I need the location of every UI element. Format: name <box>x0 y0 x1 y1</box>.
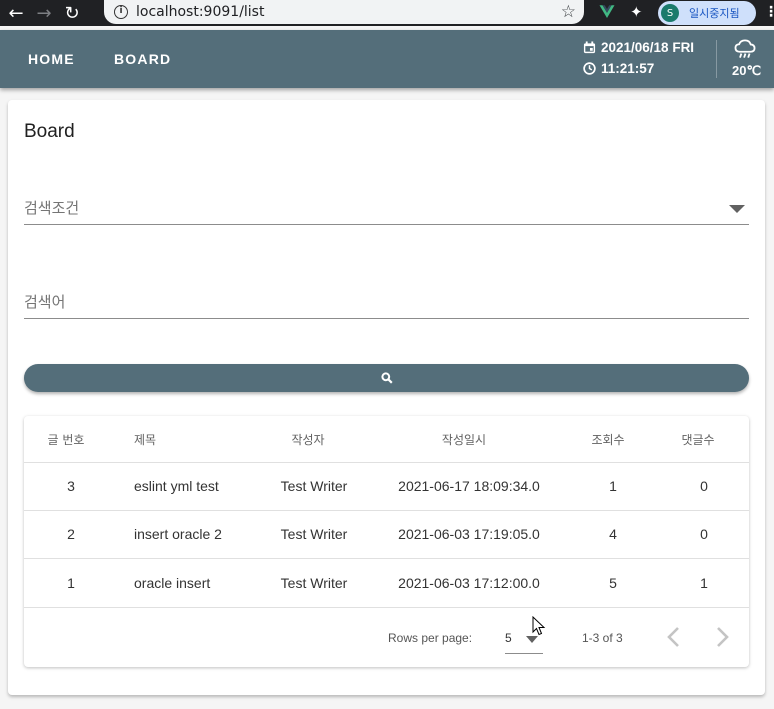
clock-icon <box>583 62 596 75</box>
board-card: Board 검색조건 검색어 글 번호 제목 작성자 작성일시 조회수 댓글수 … <box>8 100 765 695</box>
url-text: localhost:9091/list <box>136 4 265 20</box>
header-comments[interactable]: 댓글수 <box>681 431 714 448</box>
header-writer[interactable]: 작성자 <box>291 431 324 448</box>
page-title: Board <box>24 121 75 142</box>
search-keyword-label: 검색어 <box>24 293 66 311</box>
star-icon[interactable]: ☆ <box>561 2 576 22</box>
nav-board[interactable]: BOARD <box>114 30 171 88</box>
cell-date: 2021-06-17 18:09:34.0 <box>398 478 540 494</box>
cloud-rain-icon <box>734 39 756 58</box>
profile-status-label: 일시중지됨 <box>689 7 740 20</box>
rows-per-page-label: Rows per page: <box>388 631 473 645</box>
cell-date: 2021-06-03 17:12:00.0 <box>398 575 540 591</box>
app-bar: HOME BOARD 2021/06/18 FRI 11:21:57 20℃ <box>0 30 774 88</box>
cell-views: 1 <box>609 478 617 494</box>
puzzle-icon[interactable]: ✦ <box>630 3 643 21</box>
chevron-right-icon[interactable] <box>709 623 735 651</box>
cell-writer: Test Writer <box>280 575 348 591</box>
search-keyword-input[interactable]: 검색어 <box>24 289 749 319</box>
cell-title: oracle insert <box>134 575 211 591</box>
cell-views: 4 <box>609 526 617 542</box>
reload-icon[interactable]: ↻ <box>60 1 84 25</box>
search-condition-label: 검색조건 <box>24 199 80 217</box>
cell-comments: 0 <box>700 526 708 542</box>
table-header: 글 번호 제목 작성자 작성일시 조회수 댓글수 <box>24 416 749 463</box>
more-menu-icon[interactable]: ⋮ <box>764 4 774 20</box>
appbar-divider <box>716 40 717 78</box>
cell-no: 1 <box>67 575 75 591</box>
search-condition-select[interactable]: 검색조건 <box>24 195 749 225</box>
cell-date: 2021-06-03 17:19:05.0 <box>398 526 540 542</box>
vue-devtools-icon[interactable] <box>598 3 616 21</box>
cell-writer: Test Writer <box>280 478 348 494</box>
table-row[interactable]: 1 oracle insert Test Writer 2021-06-03 1… <box>24 560 749 608</box>
profile-button[interactable]: S 일시중지됨 <box>658 1 756 25</box>
header-title[interactable]: 제목 <box>134 431 156 448</box>
back-icon[interactable]: ← <box>4 1 28 25</box>
temperature-text: 20℃ <box>732 63 762 78</box>
browser-toolbar: ← → ↻ i localhost:9091/list ☆ ✦ S 일시중지됨 … <box>0 0 774 26</box>
chevron-down-icon[interactable] <box>729 205 745 213</box>
cell-writer: Test Writer <box>280 526 348 542</box>
cell-title: eslint yml test <box>134 478 219 494</box>
board-table: 글 번호 제목 작성자 작성일시 조회수 댓글수 3 eslint yml te… <box>24 416 749 667</box>
header-views[interactable]: 조회수 <box>591 431 624 448</box>
cell-views: 5 <box>609 575 617 591</box>
header-no[interactable]: 글 번호 <box>48 431 85 448</box>
time-display: 11:21:57 <box>583 61 654 76</box>
pagination-range: 1-3 of 3 <box>582 631 623 645</box>
address-bar[interactable]: i localhost:9091/list ☆ <box>104 0 584 24</box>
cell-comments: 0 <box>700 478 708 494</box>
date-display: 2021/06/18 FRI <box>583 40 694 55</box>
table-row[interactable]: 2 insert oracle 2 Test Writer 2021-06-03… <box>24 511 749 559</box>
table-row[interactable]: 3 eslint yml test Test Writer 2021-06-17… <box>24 463 749 511</box>
info-icon[interactable]: i <box>114 5 128 19</box>
table-footer: Rows per page: 5 1-3 of 3 <box>24 609 749 667</box>
nav-home[interactable]: HOME <box>28 30 75 88</box>
chevron-down-icon[interactable] <box>526 636 538 643</box>
magnifier-icon <box>380 372 393 384</box>
cell-no: 3 <box>67 478 75 494</box>
cell-comments: 1 <box>700 575 708 591</box>
cell-no: 2 <box>67 526 75 542</box>
header-date[interactable]: 작성일시 <box>442 431 486 448</box>
cell-title: insert oracle 2 <box>134 526 222 542</box>
search-button[interactable] <box>24 364 749 392</box>
avatar: S <box>661 4 679 22</box>
rows-per-page-value: 5 <box>505 631 512 645</box>
time-text: 11:21:57 <box>601 61 655 76</box>
chevron-left-icon[interactable] <box>661 623 687 651</box>
forward-icon[interactable]: → <box>32 1 56 25</box>
date-text: 2021/06/18 FRI <box>601 40 695 55</box>
mouse-pointer-icon <box>532 616 546 636</box>
calendar-icon <box>583 41 596 54</box>
